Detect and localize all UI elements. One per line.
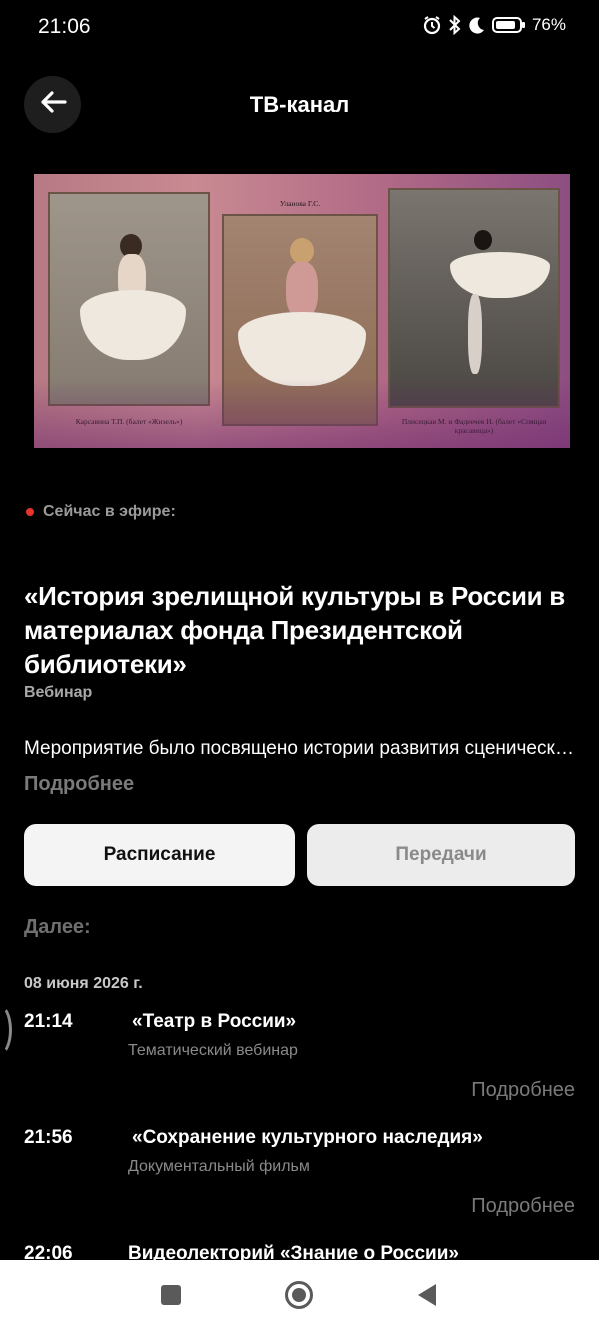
moon-icon bbox=[468, 16, 486, 34]
schedule-type: Документальный фильм bbox=[128, 1158, 310, 1175]
shows-button[interactable]: Передачи bbox=[307, 824, 575, 886]
program-description: Мероприятие было посвящено истории разви… bbox=[24, 738, 576, 759]
status-time: 21:06 bbox=[38, 15, 91, 38]
system-back-button[interactable] bbox=[412, 1282, 442, 1312]
schedule-title: «Театр в России» bbox=[132, 1011, 297, 1032]
live-dot-icon bbox=[26, 508, 34, 516]
app-header: ТВ-канал bbox=[0, 76, 599, 134]
alarm-icon bbox=[422, 15, 442, 35]
schedule-button[interactable]: Расписание bbox=[24, 824, 295, 886]
banner-caption-3: Плисецкая М. и Фадеечев Н. (балет «Спяща… bbox=[401, 417, 547, 435]
program-type: Вебинар bbox=[24, 684, 93, 701]
triangle-back-icon bbox=[415, 1282, 439, 1313]
live-indicator: Сейчас в эфире: bbox=[26, 503, 176, 521]
status-bar: 21:06 76% bbox=[0, 0, 599, 56]
banner-caption-1: Карсавина Т.П. (балет «Жизель») bbox=[75, 417, 183, 426]
home-button[interactable] bbox=[284, 1280, 314, 1315]
recents-button[interactable] bbox=[156, 1282, 186, 1312]
dancer-photo-left bbox=[48, 192, 210, 406]
schedule-date: 08 июня 2026 г. bbox=[24, 975, 143, 992]
schedule-time: 21:56 bbox=[24, 1127, 73, 1148]
schedule-time: 21:14 bbox=[24, 1011, 73, 1032]
schedule-title: «Сохранение культурного наследия» bbox=[132, 1127, 483, 1148]
next-label: Далее: bbox=[24, 916, 91, 938]
dancer-photo-center bbox=[222, 214, 378, 426]
page-title: ТВ-канал bbox=[249, 92, 350, 117]
program-title: «История зрелищной культуры в России в м… bbox=[24, 581, 565, 679]
circle-icon bbox=[284, 1280, 314, 1315]
program-more-link[interactable]: Подробнее bbox=[24, 773, 134, 796]
battery-percent: 76% bbox=[531, 15, 566, 34]
battery-icon bbox=[491, 16, 526, 34]
schedule-more-link[interactable]: Подробнее bbox=[471, 1079, 575, 1102]
square-icon bbox=[159, 1283, 183, 1312]
system-nav-bar bbox=[0, 1260, 599, 1333]
scroll-indicator bbox=[0, 1004, 12, 1056]
schedule-type: Тематический вебинар bbox=[128, 1042, 298, 1059]
schedule-more-link[interactable]: Подробнее bbox=[471, 1195, 575, 1218]
bluetooth-icon bbox=[448, 15, 462, 35]
dancer-photo-right bbox=[388, 188, 560, 408]
banner-caption-2: Уланова Г.С. bbox=[279, 199, 321, 208]
program-banner-image: Карсавина Т.П. (балет «Жизель») Уланова … bbox=[34, 174, 570, 448]
live-label: Сейчас в эфире: bbox=[43, 503, 176, 520]
status-icons: 76% bbox=[422, 15, 566, 35]
